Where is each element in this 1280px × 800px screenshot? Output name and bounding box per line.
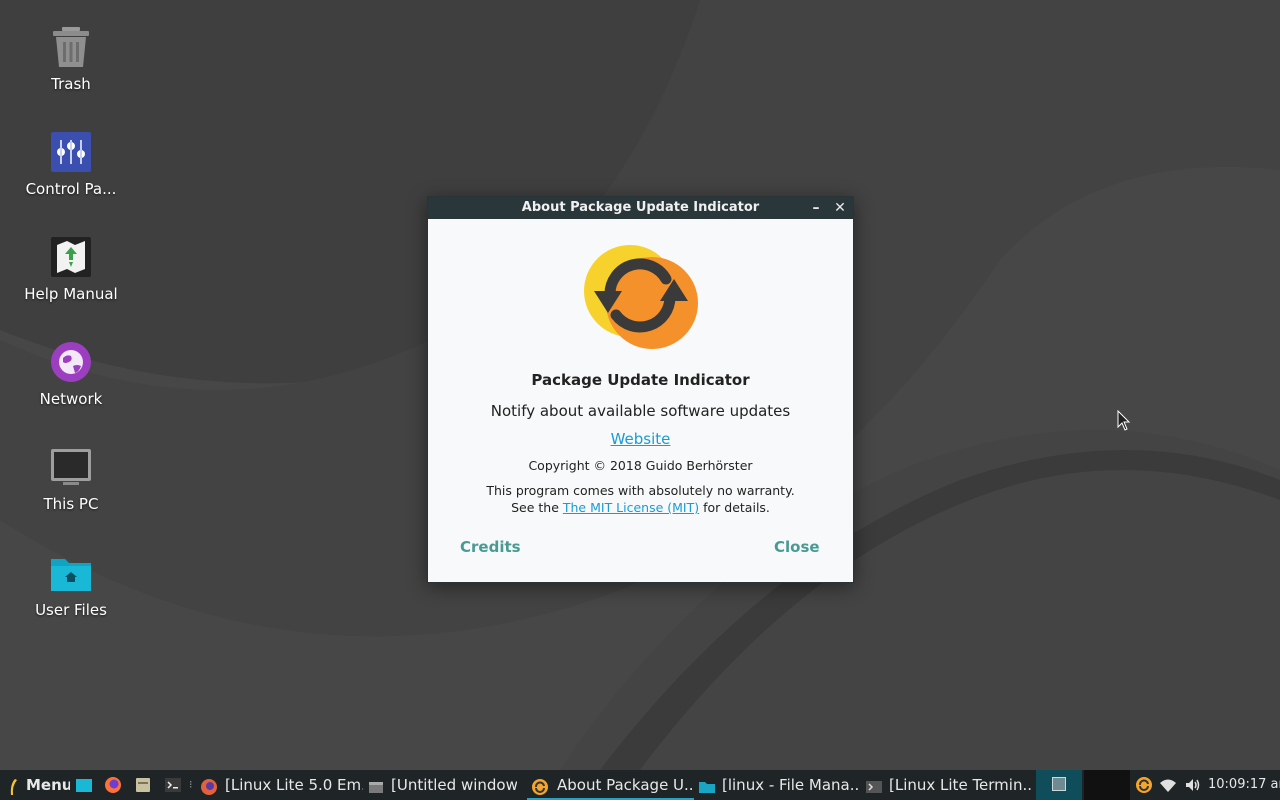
taskbar: Menu ⁝ [Linux Lite 5.0 Em... [Untitled w…	[0, 770, 1280, 800]
minimize-button[interactable]: –	[806, 198, 826, 218]
trash-icon	[49, 25, 93, 69]
task-button-firefox[interactable]: [Linux Lite 5.0 Em...	[198, 770, 363, 800]
license-text: See the The MIT License (MIT) for detail…	[428, 500, 853, 515]
app-comment: Notify about available software updates	[490, 402, 791, 420]
copyright-text: Copyright © 2018 Guido Berhörster	[528, 458, 753, 473]
desktop-icon-label: Trash	[51, 75, 91, 93]
package-update-logo-icon	[576, 239, 704, 359]
task-button-file-manager[interactable]: [linux - File Mana...	[696, 770, 858, 800]
mouse-cursor-icon	[1117, 409, 1131, 436]
dialog-title: About Package Update Indicator	[521, 200, 760, 215]
about-dialog: About Package Update Indicator – ✕ Packa…	[427, 196, 854, 583]
desktop-icon-this-pc[interactable]: This PC	[11, 445, 131, 513]
task-label: [Linux Lite 5.0 Em...	[225, 776, 363, 794]
wifi-icon[interactable]	[1159, 776, 1177, 794]
task-label: [Untitled window]	[391, 776, 517, 794]
firefox-icon	[200, 776, 218, 795]
desktop-icon-network[interactable]: Network	[11, 340, 131, 408]
desktop-icon-label: Help Manual	[24, 285, 118, 303]
folder-icon	[698, 776, 716, 794]
desktop-icon-user-files[interactable]: User Files	[11, 551, 131, 619]
close-button[interactable]: Close	[774, 538, 820, 556]
launcher-overflow-icon[interactable]: ⁝	[189, 770, 193, 800]
menu-label: Menu	[26, 776, 70, 794]
desktop-icon-label: Network	[39, 390, 103, 408]
credits-button[interactable]: Credits	[460, 538, 521, 556]
window-icon	[367, 776, 385, 794]
help-manual-icon	[49, 235, 93, 279]
license-suffix: for details.	[703, 500, 770, 515]
close-window-button[interactable]: ✕	[830, 198, 850, 218]
desktop-icon-control-panel[interactable]: Control Pa...	[11, 130, 131, 198]
desktop-icon-label: This PC	[43, 495, 99, 513]
home-folder-icon	[49, 551, 93, 595]
clock[interactable]: 10:09:17 am	[1208, 770, 1280, 800]
terminal-icon	[865, 776, 883, 794]
workspace-window-icon	[1052, 777, 1066, 791]
workspace-2[interactable]	[1084, 770, 1130, 800]
website-row: Website	[428, 430, 853, 448]
task-label: [Linux Lite Termin...	[889, 776, 1031, 794]
desktop-icon-help-manual[interactable]: Help Manual	[11, 235, 131, 303]
menu-button[interactable]: Menu	[4, 770, 70, 800]
task-button-terminal[interactable]: [Linux Lite Termin...	[863, 770, 1031, 800]
computer-monitor-icon	[49, 445, 93, 489]
workspace-1[interactable]	[1036, 770, 1082, 800]
network-globe-icon	[49, 340, 93, 384]
task-button-about-dialog[interactable]: About Package U...	[527, 770, 694, 800]
firefox-launcher-icon[interactable]	[104, 776, 122, 794]
control-panel-icon	[49, 130, 93, 174]
desktop-icon-label: User Files	[35, 601, 107, 619]
dialog-body: Package Update Indicator Notify about av…	[428, 219, 853, 581]
desktop-icon-label: Control Pa...	[25, 180, 117, 198]
task-label: About Package U...	[557, 776, 694, 794]
volume-icon[interactable]	[1184, 776, 1202, 794]
terminal-launcher-icon[interactable]	[164, 776, 182, 794]
desktop-icon-trash[interactable]: Trash	[11, 25, 131, 93]
license-link[interactable]: The MIT License (MIT)	[563, 500, 699, 515]
task-label: [linux - File Mana...	[722, 776, 858, 794]
file-manager-launcher-icon[interactable]	[134, 776, 152, 794]
task-button-untitled-window[interactable]: [Untitled window]	[365, 770, 517, 800]
dialog-titlebar[interactable]: About Package Update Indicator – ✕	[428, 197, 853, 219]
license-prefix: See the	[511, 500, 559, 515]
website-link[interactable]: Website	[611, 430, 671, 448]
menu-feather-icon	[8, 776, 18, 795]
warranty-text: This program comes with absolutely no wa…	[486, 483, 795, 498]
package-update-tray-icon[interactable]	[1135, 776, 1153, 794]
show-desktop-icon[interactable]	[75, 776, 93, 794]
app-name: Package Update Indicator	[531, 371, 750, 389]
package-update-icon	[531, 776, 549, 795]
